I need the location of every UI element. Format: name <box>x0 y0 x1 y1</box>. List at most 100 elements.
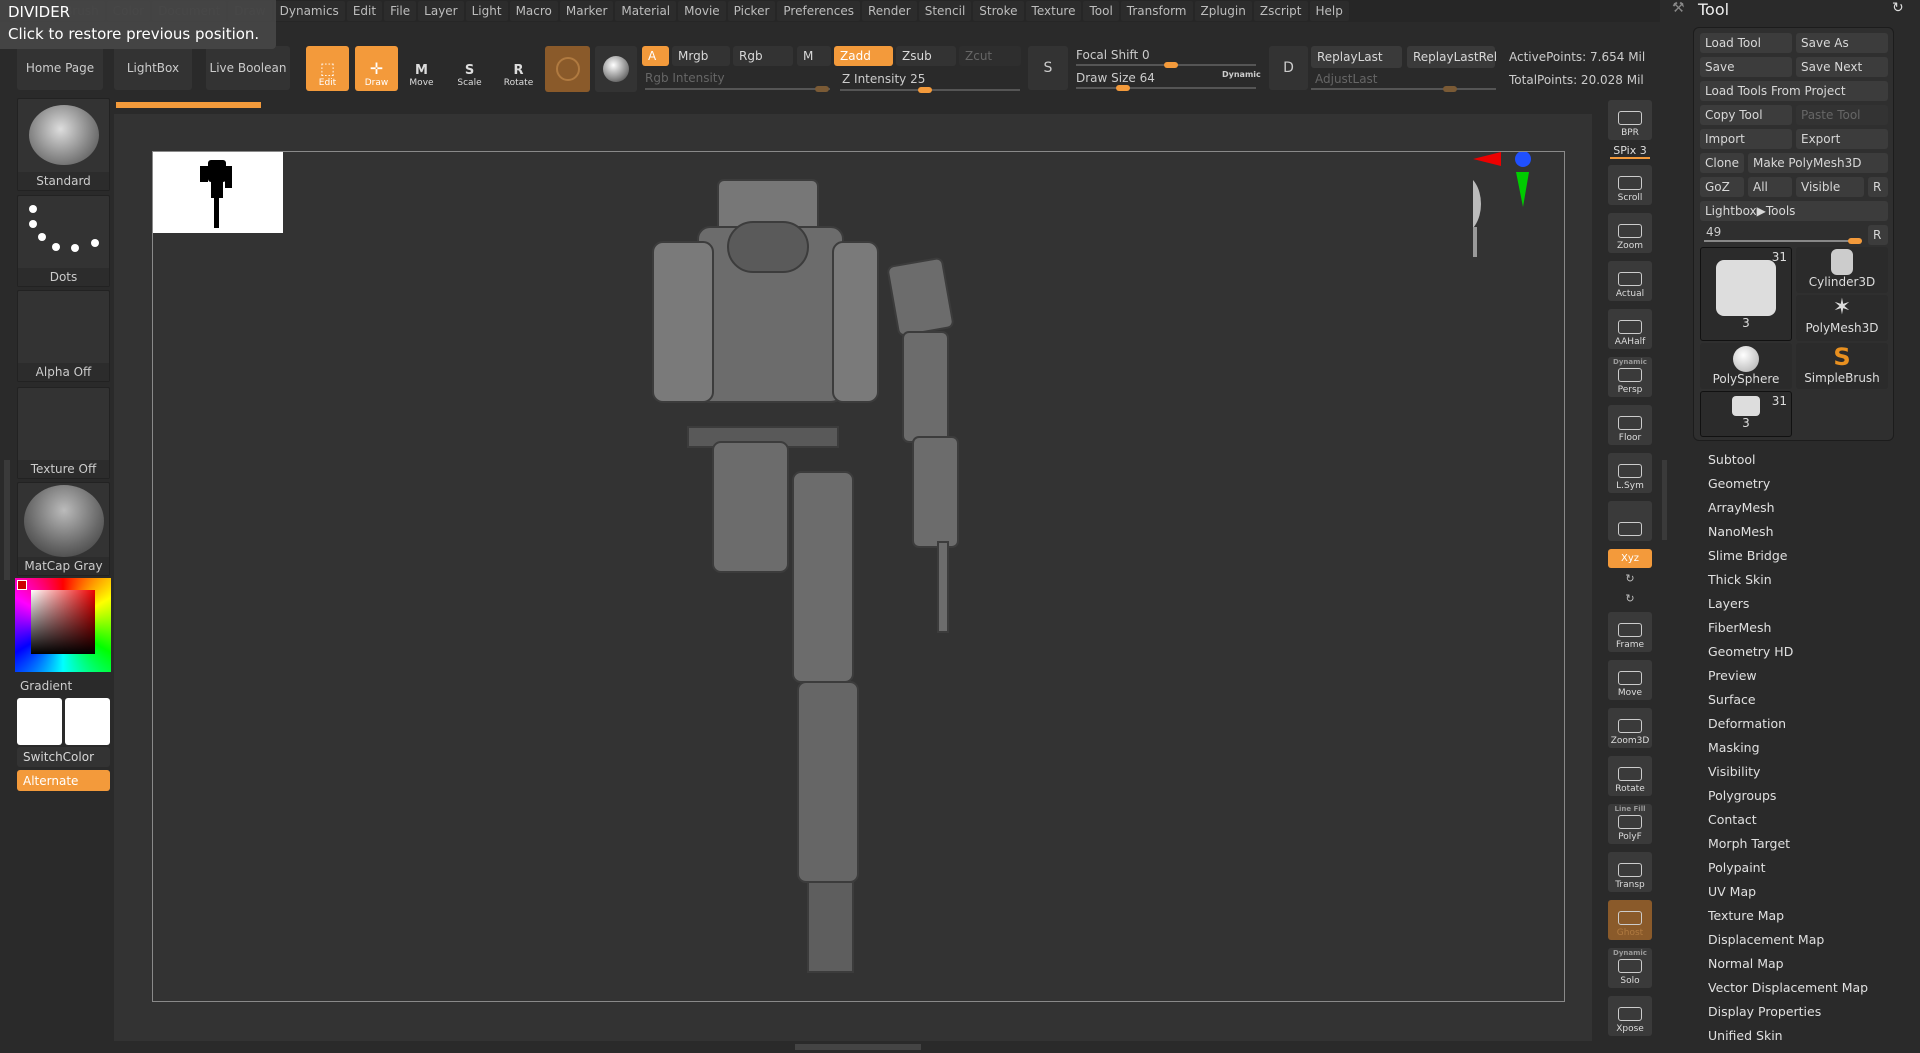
menu-preferences[interactable]: Preferences <box>777 1 860 21</box>
live-boolean-button[interactable]: Live Boolean <box>206 46 290 90</box>
shelf-transp-button[interactable]: Transp <box>1608 852 1652 892</box>
mrgb-button[interactable]: Mrgb <box>672 46 730 66</box>
stroke-button[interactable]: Dots <box>17 195 110 287</box>
load-tool-button[interactable]: Load Tool <box>1700 33 1792 53</box>
alternate-button[interactable]: Alternate <box>17 770 110 791</box>
subpalette-slime-bridge[interactable]: Slime Bridge <box>1708 548 1787 563</box>
shelf-actual-button[interactable]: Actual <box>1608 261 1652 301</box>
current-tool-thumb[interactable]: 31 3 <box>1700 247 1792 341</box>
zadd-button[interactable]: Zadd <box>834 46 893 66</box>
orientation-gizmo[interactable] <box>1473 152 1543 262</box>
tool-slider[interactable] <box>1704 238 1862 244</box>
polysphere-thumb[interactable]: PolySphere <box>1700 343 1792 389</box>
subpalette-displacement-map[interactable]: Displacement Map <box>1708 932 1824 947</box>
scale-button[interactable]: S Scale <box>448 46 491 91</box>
subpalette-contact[interactable]: Contact <box>1708 812 1757 827</box>
edit-button[interactable]: ⬚ Edit <box>306 46 349 91</box>
clone-button[interactable]: Clone <box>1700 153 1744 173</box>
lightbox-tools-button[interactable]: Lightbox▶Tools <box>1700 201 1888 221</box>
shelf-move-button[interactable]: Move <box>1608 660 1652 700</box>
navigator-thumbnail[interactable] <box>153 152 283 233</box>
m-button[interactable]: M <box>797 46 831 66</box>
import-button[interactable]: Import <box>1700 129 1792 149</box>
stroke-d-button[interactable]: D <box>1269 46 1308 90</box>
primary-color-swatch[interactable] <box>17 698 62 745</box>
replay-last-button[interactable]: ReplayLast <box>1311 46 1402 68</box>
menu-marker[interactable]: Marker <box>559 1 614 21</box>
material-picker[interactable]: MatCap Gray <box>17 482 110 576</box>
paste-tool-button[interactable]: Paste Tool <box>1796 105 1888 125</box>
menu-tool[interactable]: Tool <box>1083 1 1119 21</box>
save-button[interactable]: Save <box>1700 57 1792 77</box>
subpalette-fibermesh[interactable]: FiberMesh <box>1708 620 1771 635</box>
shelf-floor-button[interactable]: Floor <box>1608 405 1652 445</box>
draw-size-slider[interactable] <box>1076 85 1256 91</box>
menu-layer[interactable]: Layer <box>418 1 464 21</box>
menu-help[interactable]: Help <box>1309 1 1349 21</box>
subpalette-preview[interactable]: Preview <box>1708 668 1757 683</box>
menu-transform[interactable]: Transform <box>1120 1 1193 21</box>
menu-texture[interactable]: Texture <box>1025 1 1082 21</box>
menu-picker[interactable]: Picker <box>727 1 776 21</box>
menu-macro[interactable]: Macro <box>509 1 558 21</box>
color-square[interactable] <box>31 590 95 654</box>
subpalette-visibility[interactable]: Visibility <box>1708 764 1760 779</box>
y-axis-icon[interactable]: ↻ <box>1625 572 1634 592</box>
menu-material[interactable]: Material <box>615 1 677 21</box>
z-intensity-slider[interactable] <box>840 87 1020 93</box>
goz-button[interactable]: GoZ <box>1700 177 1744 197</box>
secondary-color-swatch[interactable] <box>65 698 110 745</box>
subpalette-display-properties[interactable]: Display Properties <box>1708 1004 1821 1019</box>
a-button[interactable]: A <box>642 46 669 66</box>
subpalette-uv-map[interactable]: UV Map <box>1708 884 1756 899</box>
subpalette-normal-map[interactable]: Normal Map <box>1708 956 1784 971</box>
menu-stencil[interactable]: Stencil <box>918 1 972 21</box>
rotate-button[interactable]: R Rotate <box>497 46 540 91</box>
material-button[interactable] <box>545 46 590 92</box>
shelf-ghost-button[interactable]: Ghost <box>1608 900 1652 940</box>
subpalette-polygroups[interactable]: Polygroups <box>1708 788 1776 803</box>
load-tools-from-project-button[interactable]: Load Tools From Project <box>1700 81 1888 101</box>
make-polymesh3d-button[interactable]: Make PolyMesh3D <box>1748 153 1888 173</box>
shelf-lsym-button[interactable]: L.Sym <box>1608 453 1652 493</box>
spotlight-button[interactable] <box>595 46 637 92</box>
xyz-symmetry-button[interactable]: Xyz <box>1608 549 1652 568</box>
menu-file[interactable]: File <box>384 1 417 21</box>
bottom-divider-handle[interactable] <box>795 1044 921 1050</box>
shelf-rotate-button[interactable]: Rotate <box>1608 756 1652 796</box>
menu-dynamics[interactable]: Dynamics <box>273 1 345 21</box>
menu-light[interactable]: Light <box>465 1 508 21</box>
simplebrush-thumb[interactable]: S SimpleBrush <box>1796 343 1888 389</box>
move-button[interactable]: M Move <box>400 46 443 91</box>
right-divider-handle[interactable] <box>1662 460 1667 540</box>
menu-zplugin[interactable]: Zplugin <box>1194 1 1252 21</box>
polymesh3d-thumb[interactable]: ✶ PolyMesh3D <box>1796 295 1888 341</box>
cylinder3d-thumb[interactable]: Cylinder3D <box>1796 247 1888 293</box>
menu-movie[interactable]: Movie <box>678 1 726 21</box>
shelf-bpr-button[interactable]: BPR <box>1608 100 1652 140</box>
copy-tool-button[interactable]: Copy Tool <box>1700 105 1792 125</box>
left-divider-handle[interactable] <box>4 460 10 580</box>
switch-color-button[interactable]: SwitchColor <box>17 747 110 767</box>
save-as-button[interactable]: Save As <box>1796 33 1888 53</box>
adjust-last-slider[interactable] <box>1311 86 1496 92</box>
small-tool-thumb[interactable]: 31 3 <box>1700 391 1792 437</box>
subpalette-surface[interactable]: Surface <box>1708 692 1756 707</box>
replay-last-rel-button[interactable]: ReplayLastRel <box>1407 46 1497 68</box>
shelf-scroll-button[interactable]: Scroll <box>1608 165 1652 205</box>
tool-slider-r-button[interactable]: R <box>1868 225 1888 245</box>
save-next-button[interactable]: Save Next <box>1796 57 1888 77</box>
subpalette-thick-skin[interactable]: Thick Skin <box>1708 572 1772 587</box>
z-axis-icon[interactable]: ↻ <box>1625 592 1634 612</box>
subpalette-layers[interactable]: Layers <box>1708 596 1749 611</box>
color-picker[interactable] <box>15 578 111 672</box>
shelf-zoom3d-button[interactable]: Zoom3D <box>1608 708 1652 748</box>
goz-all-button[interactable]: All <box>1748 177 1792 197</box>
home-page-button[interactable]: Home Page <box>17 46 103 90</box>
alpha-button[interactable]: Alpha Off <box>17 290 110 382</box>
focal-shift-slider[interactable] <box>1076 62 1256 68</box>
shelf-zoom-button[interactable]: Zoom <box>1608 213 1652 253</box>
shelf-aahalf-button[interactable]: AAHalf <box>1608 309 1652 349</box>
subpalette-nanomesh[interactable]: NanoMesh <box>1708 524 1774 539</box>
zsub-button[interactable]: Zsub <box>896 46 956 66</box>
